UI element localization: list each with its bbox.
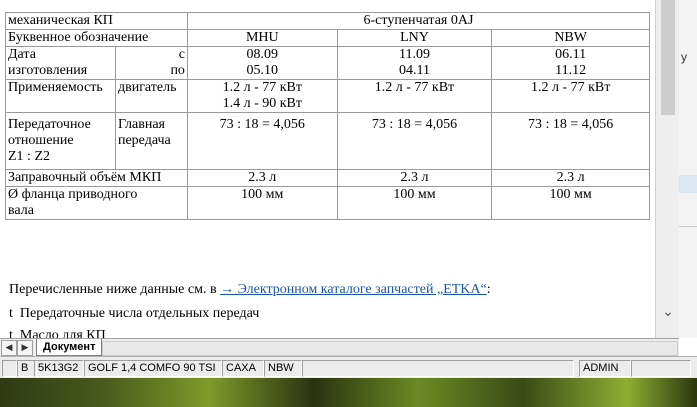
table-row: механическая КП 6-ступенчатая 0AJ — [5, 12, 651, 30]
label-line: Дата — [8, 47, 36, 62]
list-item-text: Передаточные числа отдельных передач — [19, 306, 260, 321]
desktop-background — [0, 378, 697, 407]
background-selection — [679, 175, 697, 193]
table-row: Применяемость двигатель 1.2 л - 77 кВт 1.… — [5, 79, 650, 113]
list-item: t Масло для КП — [9, 328, 106, 338]
horizontal-scrollbar[interactable] — [102, 341, 678, 356]
sheet-tab-bar: ◀ ▶ Документ — [0, 338, 679, 357]
label-cell: Заправочный объём МКП — [5, 169, 188, 187]
status-field: GOLF 1,4 COMFO 90 TSI — [84, 360, 222, 377]
value-cell: 100 мм — [491, 186, 650, 220]
label-line: Ø фланца приводного — [8, 187, 138, 202]
value-cell: 2.3 л — [186, 169, 338, 187]
document-view: механическая КП 6-ступенчатая 0AJ Буквен… — [0, 0, 655, 338]
intro-colon: : — [486, 282, 491, 297]
value-cell: 1.2 л - 77 кВт 1.4 л - 90 кВт — [186, 79, 338, 113]
list-item: t Передаточные числа отдельных передач — [9, 306, 259, 322]
scrollbar-thumb[interactable] — [661, 0, 675, 115]
label-line: передача — [117, 133, 171, 148]
value-cell: 06.11 11.12 — [491, 46, 650, 80]
status-field: CAXA — [222, 360, 264, 377]
value-line: 1.4 л - 90 кВт — [222, 96, 302, 111]
value-cell: 73 : 18 = 4,056 — [336, 112, 493, 170]
status-field-empty — [302, 360, 574, 377]
status-field-empty — [2, 360, 17, 377]
value-cell: 73 : 18 = 4,056 — [186, 112, 338, 170]
etka-catalog-link[interactable]: → Электронном каталоге запчастей „ETKA“ — [220, 282, 487, 297]
label-cell: механическая КП — [5, 12, 188, 30]
value-line: 1.2 л - 77 кВт — [222, 80, 302, 95]
value-line: 11.12 — [555, 63, 587, 78]
table-row: Передаточное отношение Z1 : Z2 Главная пере… — [5, 112, 650, 170]
value-cell: 73 : 18 = 4,056 — [491, 112, 650, 170]
label-line: отношение — [8, 133, 74, 148]
label-line: Z1 : Z2 — [8, 149, 50, 164]
label-line: по — [170, 63, 185, 78]
label-cell: Применяемость — [5, 79, 116, 113]
label-line: с — [178, 47, 185, 62]
value-cell: 100 мм — [336, 186, 493, 220]
value-cell: 2.3 л — [491, 169, 650, 187]
label-cell: Буквенное обозначение — [5, 29, 188, 47]
value-cell: 08.09 05.10 — [186, 46, 338, 80]
bullet-marker: t — [9, 306, 13, 321]
value-cell: 11.09 04.11 — [336, 46, 493, 80]
label-cell: Дата изготовления — [5, 46, 116, 80]
value-line: 08.09 — [246, 47, 279, 62]
tab-scroll-left-icon[interactable]: ◀ — [1, 340, 17, 356]
value-cell: LNY — [336, 29, 493, 47]
status-field-empty — [631, 360, 691, 377]
label-line: Передаточное — [8, 117, 91, 132]
status-field: 5K13G2 — [34, 360, 84, 377]
list-item-text: Масло для КП — [19, 328, 106, 338]
intro-paragraph: Перечисленные ниже данные см. в → Электр… — [9, 282, 491, 298]
value-cell: 1.2 л - 77 кВт — [336, 79, 493, 113]
table-row: Заправочный объём МКП 2.3 л 2.3 л 2.3 л — [5, 169, 650, 187]
status-field: ADMIN — [579, 360, 631, 377]
tab-document[interactable]: Документ — [36, 339, 103, 356]
table-row: Буквенное обозначение MHU LNY NBW — [5, 29, 650, 47]
tab-scroll-right-icon[interactable]: ▶ — [17, 340, 33, 356]
value-cell: NBW — [491, 29, 650, 47]
sublabel-cell: Главная передача — [114, 112, 188, 170]
gearbox-spec-table: механическая КП 6-ступенчатая 0AJ Буквен… — [5, 12, 651, 220]
label-cell: Передаточное отношение Z1 : Z2 — [5, 112, 116, 170]
vertical-scrollbar[interactable]: ⌄ — [655, 0, 680, 338]
bullet-marker: t — [9, 328, 13, 338]
intro-text: Перечисленные ниже данные см. в — [9, 282, 221, 297]
label-line: Главная — [117, 117, 165, 132]
status-bar: B 5K13G2 GOLF 1,4 COMFO 90 TSI CAXA NBW … — [0, 356, 697, 379]
sublabel-cell: двигатель — [114, 79, 188, 113]
value-cell: 6-ступенчатая 0AJ — [186, 12, 651, 30]
label-line: изготовления — [8, 63, 88, 78]
status-field: NBW — [264, 360, 302, 377]
background-text: y — [681, 50, 687, 64]
sublabel-cell: с по — [114, 46, 188, 80]
table-row: Дата изготовления с по 08.09 05.10 11.09 04.… — [5, 46, 650, 80]
value-line: 04.11 — [398, 63, 430, 78]
table-row: Ø фланца приводного вала 100 мм 100 мм 10… — [5, 186, 650, 220]
background-window: y — [679, 0, 697, 338]
value-line: 06.11 — [555, 47, 587, 62]
value-line: 11.09 — [398, 47, 430, 62]
value-cell: 100 мм — [186, 186, 338, 220]
value-cell: MHU — [186, 29, 338, 47]
label-line: вала — [8, 203, 34, 218]
background-divider — [679, 226, 697, 227]
label-cell: Ø фланца приводного вала — [5, 186, 188, 220]
value-cell: 1.2 л - 77 кВт — [491, 79, 650, 113]
scroll-down-arrow-icon[interactable]: ⌄ — [661, 304, 675, 322]
value-line: 05.10 — [246, 63, 279, 78]
value-cell: 2.3 л — [336, 169, 493, 187]
